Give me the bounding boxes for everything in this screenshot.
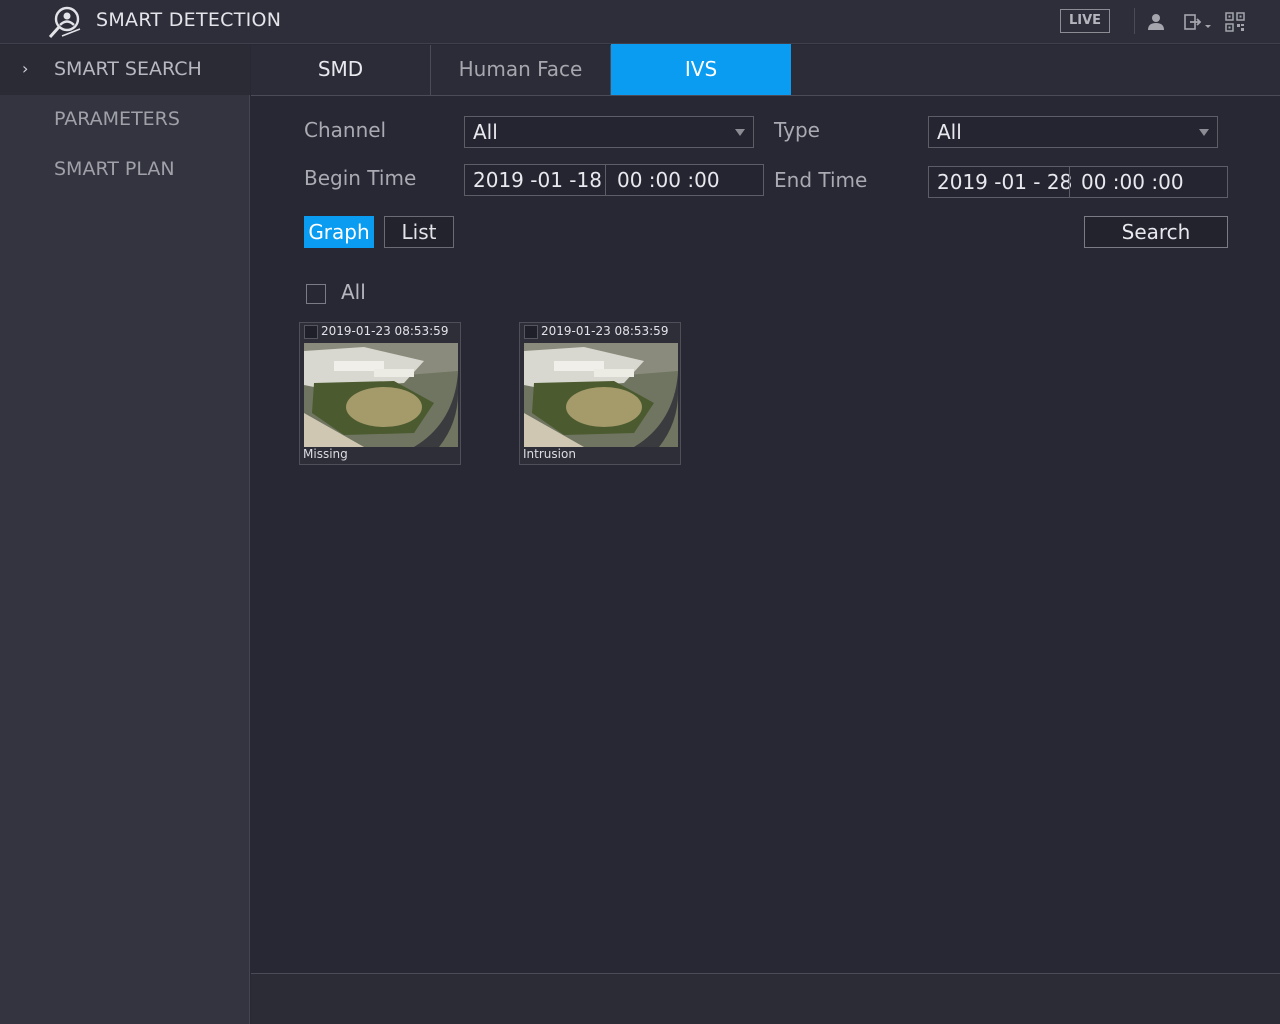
field-divider xyxy=(605,165,606,195)
snapshot-image xyxy=(304,343,458,447)
field-divider xyxy=(1069,167,1070,197)
end-time-label: End Time xyxy=(774,168,868,192)
result-event-type: Missing xyxy=(303,447,348,461)
channel-value: All xyxy=(473,120,498,144)
tab-ivs[interactable]: IVS xyxy=(611,44,791,95)
end-date-input[interactable]: 2019 -01 - 28 xyxy=(937,167,1072,197)
type-value: All xyxy=(937,120,962,144)
user-icon[interactable] xyxy=(1146,12,1166,32)
result-time: 2019-01-23 08:53:59 xyxy=(321,324,449,338)
tab-human-face[interactable]: Human Face xyxy=(431,45,611,95)
result-thumbnail[interactable]: 2019-01-23 08:53:59 Missing xyxy=(299,322,461,465)
chevron-right-icon: › xyxy=(22,59,29,78)
begin-date-input[interactable]: 2019 -01 -18 xyxy=(473,165,602,195)
list-view-button[interactable]: List xyxy=(384,216,454,248)
dropdown-arrow-icon xyxy=(1199,129,1209,136)
dropdown-arrow-icon xyxy=(735,129,745,136)
begin-time-field[interactable]: 2019 -01 -18 00 :00 :00 xyxy=(464,164,764,196)
channel-select[interactable]: All xyxy=(464,116,754,148)
app-title: SMART DETECTION xyxy=(96,9,282,31)
begin-clock-input[interactable]: 00 :00 :00 xyxy=(617,165,720,195)
snapshot-image xyxy=(524,343,678,447)
smart-detection-logo-icon xyxy=(48,6,81,39)
result-checkbox[interactable] xyxy=(524,325,538,339)
live-button[interactable]: LIVE xyxy=(1060,9,1110,33)
begin-time-label: Begin Time xyxy=(304,166,417,190)
type-label: Type xyxy=(774,118,820,142)
result-time: 2019-01-23 08:53:59 xyxy=(541,324,669,338)
select-all-label: All xyxy=(341,280,366,304)
channel-label: Channel xyxy=(304,118,387,142)
tab-smd[interactable]: SMD xyxy=(251,45,431,95)
end-time-field[interactable]: 2019 -01 - 28 00 :00 :00 xyxy=(928,166,1228,198)
sidebar: › SMART SEARCH PARAMETERS SMART PLAN xyxy=(0,45,250,1024)
header-divider xyxy=(1134,8,1135,34)
end-clock-input[interactable]: 00 :00 :00 xyxy=(1081,167,1184,197)
tab-bar: SMD Human Face IVS xyxy=(251,44,1280,96)
type-select[interactable]: All xyxy=(928,116,1218,148)
sidebar-item-label: PARAMETERS xyxy=(54,108,180,130)
graph-view-button[interactable]: Graph xyxy=(304,216,374,248)
logout-icon[interactable] xyxy=(1183,12,1213,32)
sidebar-item-label: SMART SEARCH xyxy=(54,58,202,80)
result-checkbox[interactable] xyxy=(304,325,318,339)
result-event-type: Intrusion xyxy=(523,447,576,461)
sidebar-item-parameters[interactable]: PARAMETERS xyxy=(0,95,250,145)
sidebar-item-smart-plan[interactable]: SMART PLAN xyxy=(0,145,250,195)
qr-code-icon[interactable] xyxy=(1225,12,1245,32)
result-thumbnail[interactable]: 2019-01-23 08:53:59 Intrusion xyxy=(519,322,681,465)
sidebar-item-label: SMART PLAN xyxy=(54,158,175,180)
footer-bar xyxy=(251,974,1280,1024)
select-all-checkbox[interactable] xyxy=(306,284,326,304)
top-bar: SMART DETECTION LIVE xyxy=(0,0,1280,44)
search-button[interactable]: Search xyxy=(1084,216,1228,248)
sidebar-item-smart-search[interactable]: › SMART SEARCH xyxy=(0,45,250,95)
